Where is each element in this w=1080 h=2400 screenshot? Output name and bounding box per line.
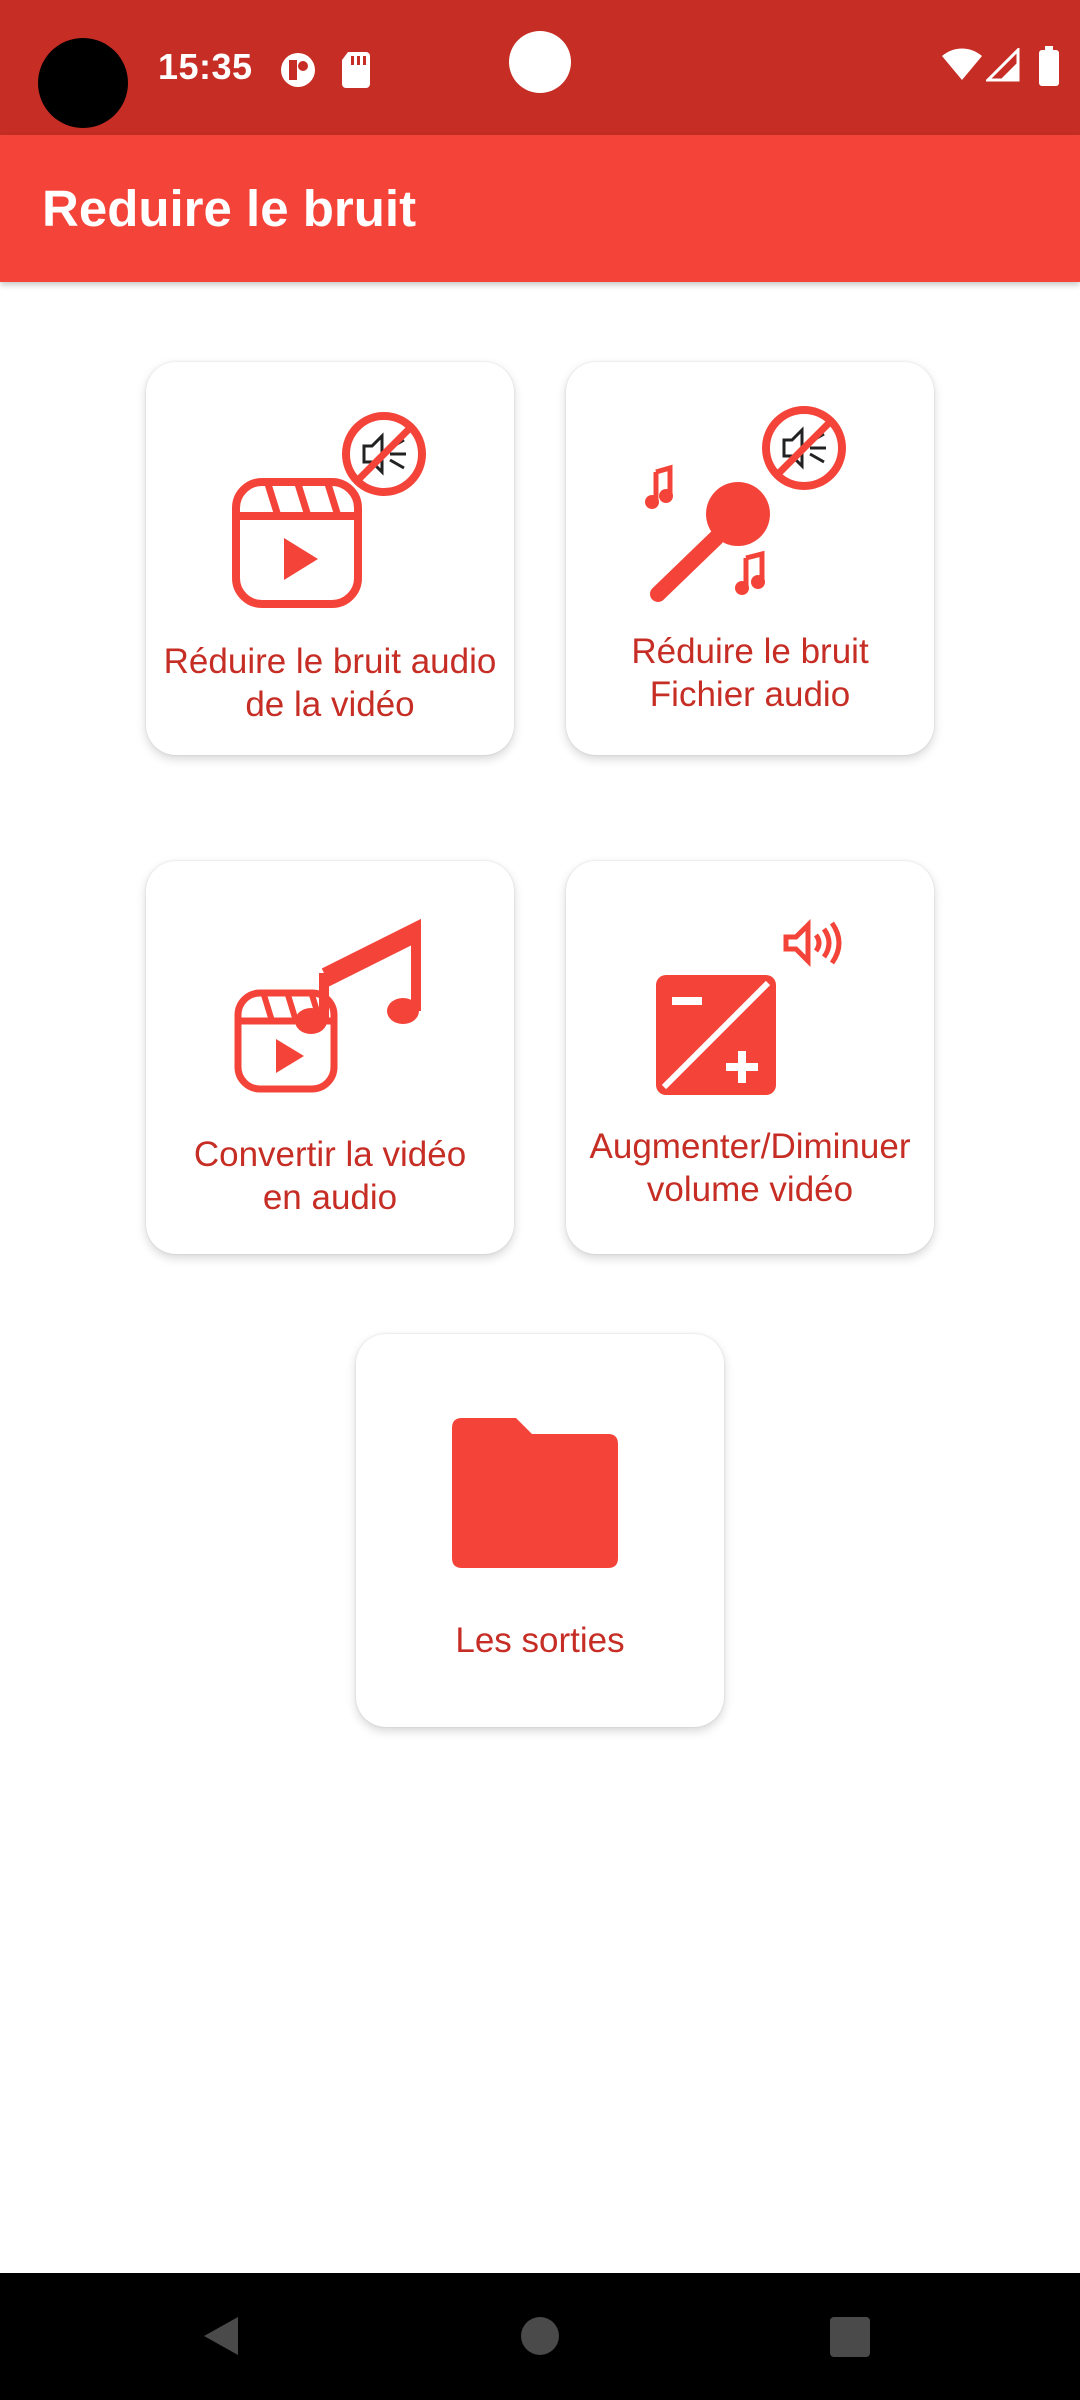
convert-video-audio-card[interactable]: Convertir la vidéo en audio <box>146 861 514 1254</box>
reduce-audio-noise-label-line1: Réduire le bruit <box>631 632 869 671</box>
app-bar: Reduire le bruit <box>0 135 1080 282</box>
reduce-video-noise-label-line2: de la vidéo <box>245 685 415 724</box>
reduce-audio-noise-label-line2: Fichier audio <box>649 675 851 714</box>
video-volume-card[interactable]: Augmenter/Diminuer volume vidéo <box>566 861 934 1254</box>
microphone-mute-icon <box>645 406 846 602</box>
reduce-video-noise-label-line1: Réduire le bruit audio <box>163 642 497 681</box>
navigation-bar <box>0 2273 1080 2400</box>
outputs-card[interactable]: Les sorties <box>356 1334 724 1727</box>
status-center-dot <box>509 31 571 93</box>
video-mute-icon <box>232 412 426 608</box>
wifi-icon <box>942 48 982 80</box>
outputs-label: Les sorties <box>455 1621 625 1660</box>
recents-icon[interactable] <box>829 2316 871 2358</box>
video-volume-label-line1: Augmenter/Diminuer <box>589 1127 911 1166</box>
camera-cutout <box>38 38 128 128</box>
convert-video-audio-label-line2: en audio <box>262 1178 398 1217</box>
video-volume-label-line2: volume vidéo <box>646 1170 854 1209</box>
convert-video-audio-label-line1: Convertir la vidéo <box>193 1135 467 1174</box>
data-saver-icon <box>281 53 315 87</box>
status-time: 15:35 <box>158 46 253 87</box>
sd-card-icon <box>342 52 370 88</box>
reduce-audio-noise-card[interactable]: Réduire le bruit Fichier audio <box>566 362 934 755</box>
video-to-music-icon <box>234 918 421 1093</box>
status-bar: 15:35 <box>0 0 1080 135</box>
home-icon[interactable] <box>520 2316 560 2356</box>
signal-icon <box>986 48 1020 82</box>
folder-icon <box>452 1418 618 1568</box>
volume-exposure-icon <box>656 918 842 1095</box>
back-icon[interactable] <box>198 2313 244 2359</box>
page-title: Reduire le bruit <box>42 180 417 237</box>
reduce-video-noise-card[interactable]: Réduire le bruit audio de la vidéo <box>146 362 514 755</box>
battery-icon <box>1039 46 1059 86</box>
